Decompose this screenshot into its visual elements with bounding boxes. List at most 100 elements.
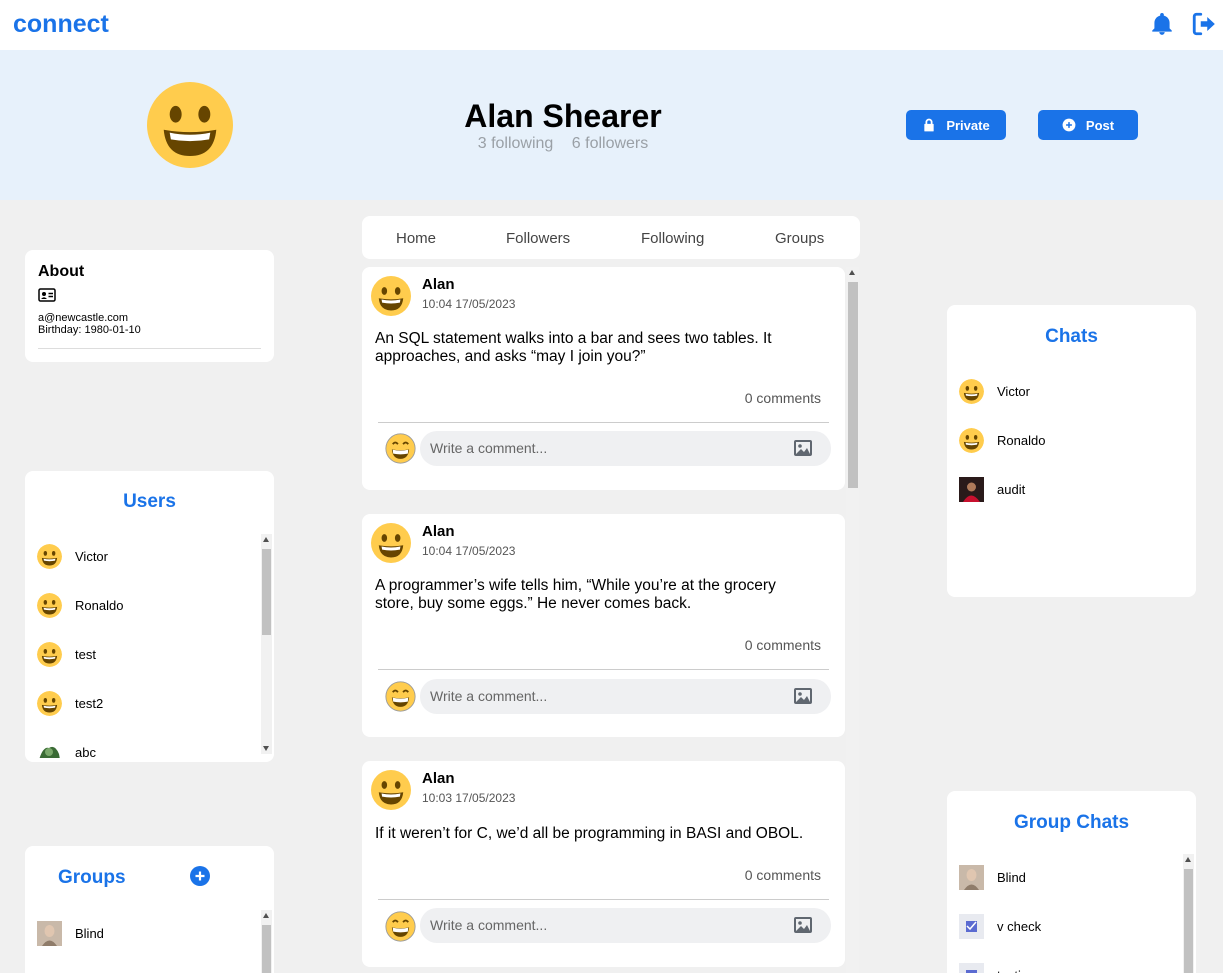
users-title: Users (123, 491, 176, 512)
group-chats-scrollbar[interactable] (1183, 854, 1194, 973)
chat-item-victor[interactable]: Victor (959, 379, 1030, 404)
post-divider (378, 669, 829, 670)
chat-avatar (959, 477, 984, 502)
feed-scrollbar[interactable] (846, 267, 859, 973)
users-list: Victor Ronaldo test test2 abc (25, 533, 274, 758)
chats-title: Chats (1045, 326, 1098, 347)
user-item-test[interactable]: test (37, 642, 96, 667)
post-body: If it weren’t for C, we’d all be program… (375, 825, 804, 842)
tab-followers[interactable]: Followers (506, 230, 570, 247)
private-button[interactable]: Private (906, 110, 1006, 140)
current-user-avatar (385, 911, 416, 942)
chat-name: Ronaldo (997, 433, 1046, 448)
group-chat-name: Blind (997, 870, 1026, 885)
group-chat-item-testing[interactable]: testing (959, 963, 1035, 973)
chat-item-audit[interactable]: audit (959, 477, 1025, 502)
post-timestamp: 10:03 17/05/2023 (422, 791, 516, 805)
groups-title: Groups (58, 867, 126, 888)
image-upload-icon[interactable] (793, 916, 813, 934)
post-timestamp: 10:04 17/05/2023 (422, 297, 516, 311)
image-upload-icon[interactable] (793, 687, 813, 705)
user-name: Victor (75, 549, 108, 564)
add-group-icon[interactable] (190, 866, 210, 886)
comment-box (420, 679, 831, 714)
group-chats-panel: Group Chats Blind v check testing (947, 791, 1196, 973)
comment-input[interactable] (430, 688, 770, 704)
chat-avatar (959, 379, 984, 404)
tab-home[interactable]: Home (396, 230, 436, 247)
groups-panel: Groups Blind (25, 846, 274, 973)
chat-item-ronaldo[interactable]: Ronaldo (959, 428, 1045, 453)
group-chat-item-blind[interactable]: Blind (959, 865, 1026, 890)
current-user-avatar (385, 681, 416, 712)
user-avatar (37, 740, 62, 758)
scroll-up-arrow[interactable] (1185, 857, 1191, 862)
scroll-thumb[interactable] (262, 925, 271, 973)
post-card: Alan 10:04 17/05/2023 A programmer’s wif… (362, 514, 845, 737)
chat-name: Victor (997, 384, 1030, 399)
tab-following[interactable]: Following (641, 230, 704, 247)
comment-input[interactable] (430, 917, 770, 933)
tab-groups[interactable]: Groups (775, 230, 824, 247)
group-chat-avatar (959, 914, 984, 939)
post-body: A programmer’s wife tells him, “While yo… (375, 577, 776, 612)
user-item-ronaldo[interactable]: Ronaldo (37, 593, 123, 618)
top-bar: connect (0, 0, 1223, 50)
followers-count[interactable]: 6 followers (572, 135, 648, 152)
scroll-up-arrow[interactable] (263, 537, 269, 542)
group-item-blind[interactable]: Blind (37, 921, 104, 946)
post-divider (378, 899, 829, 900)
following-count[interactable]: 3 following (478, 135, 554, 152)
post-button[interactable]: Post (1038, 110, 1138, 140)
private-label: Private (946, 117, 990, 133)
post-comment-count[interactable]: 0 comments (745, 390, 821, 406)
user-avatar (37, 544, 62, 569)
plus-circle-icon (1062, 118, 1076, 132)
scroll-down-arrow[interactable] (263, 746, 269, 751)
user-avatar (37, 691, 62, 716)
post-author-avatar (371, 276, 411, 316)
id-card-icon (38, 288, 56, 302)
group-chat-item-v-check[interactable]: v check (959, 914, 1041, 939)
post-author[interactable]: Alan (422, 523, 455, 540)
user-avatar (37, 593, 62, 618)
post-comment-count[interactable]: 0 comments (745, 637, 821, 653)
post-author[interactable]: Alan (422, 770, 455, 787)
scroll-thumb[interactable] (1184, 869, 1193, 973)
user-item-test2[interactable]: test2 (37, 691, 103, 716)
users-panel: Users Victor Ronaldo test test2 abc (25, 471, 274, 762)
chat-name: audit (997, 482, 1026, 497)
logout-icon[interactable] (1191, 11, 1217, 37)
post-card: Alan 10:04 17/05/2023 An SQL statement w… (362, 267, 845, 490)
post-author[interactable]: Alan (422, 276, 455, 293)
user-name: abc (75, 745, 96, 758)
post-comment-count[interactable]: 0 comments (745, 867, 821, 883)
group-chats-title: Group Chats (1013, 812, 1130, 833)
group-name: Blind (75, 926, 104, 941)
scroll-thumb[interactable] (848, 282, 858, 488)
profile-tabs: Home Followers Following Groups (362, 216, 860, 259)
chat-avatar (959, 428, 984, 453)
bell-icon[interactable] (1149, 11, 1175, 37)
user-item-abc[interactable]: abc (37, 740, 96, 758)
scroll-up-arrow[interactable] (263, 913, 269, 918)
comment-box (420, 908, 831, 943)
post-card: Alan 10:03 17/05/2023 If it weren’t for … (362, 761, 845, 967)
scroll-up-arrow[interactable] (849, 270, 855, 275)
comment-box (420, 431, 831, 466)
user-name: test (75, 647, 96, 662)
image-upload-icon[interactable] (793, 439, 813, 457)
post-author-avatar (371, 523, 411, 563)
about-title: About (38, 263, 85, 280)
post-divider (378, 422, 829, 423)
scroll-thumb[interactable] (262, 549, 271, 635)
post-author-avatar (371, 770, 411, 810)
users-scrollbar[interactable] (261, 534, 272, 754)
comment-input[interactable] (430, 440, 770, 456)
about-card: About a@newcastle.com Birthday: 1980-01-… (25, 250, 274, 362)
brand-logo[interactable]: connect (13, 10, 109, 39)
groups-scrollbar[interactable] (261, 910, 272, 973)
current-user-avatar (385, 433, 416, 464)
about-email: a@newcastle.com (38, 312, 129, 324)
user-item-victor[interactable]: Victor (37, 544, 108, 569)
